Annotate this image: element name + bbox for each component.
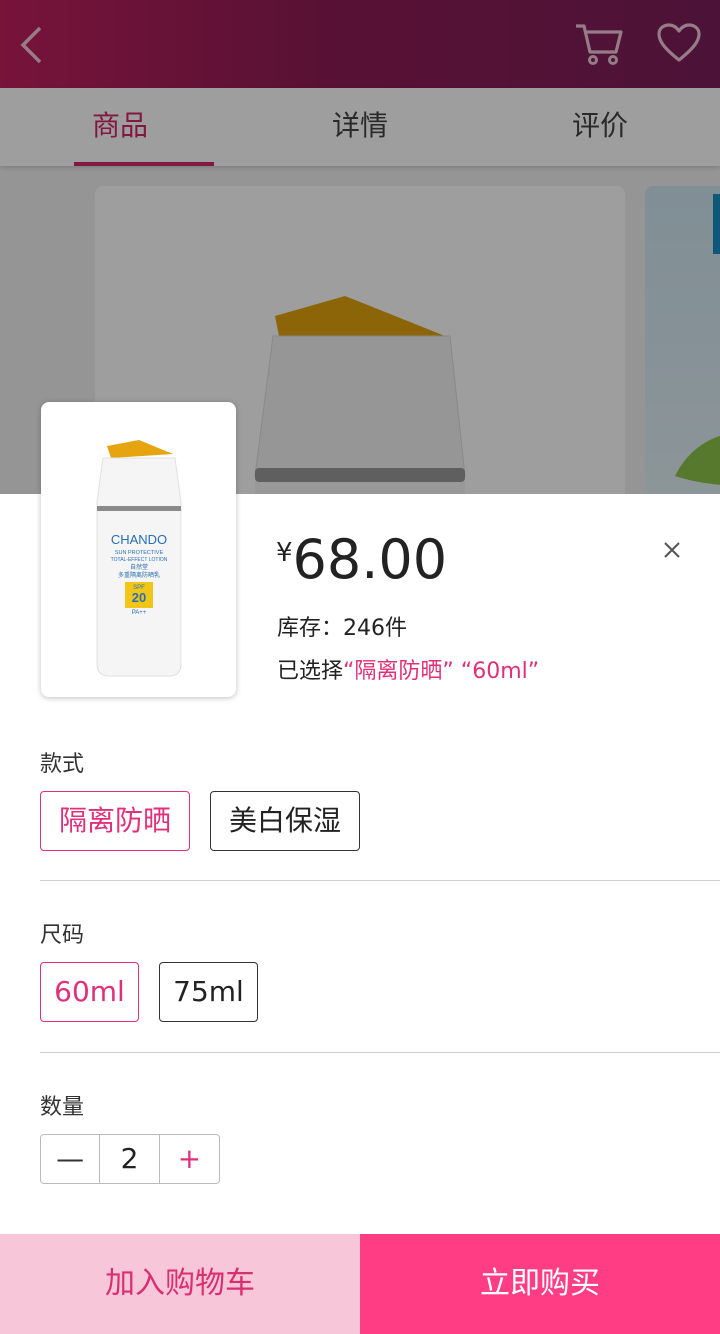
style-option-sunscreen[interactable]: 隔离防晒 [40, 791, 190, 851]
style-label: 款式 [40, 752, 85, 777]
thumb-pa-text: PA++ [132, 610, 147, 616]
size-option-75ml[interactable]: 75ml [159, 962, 258, 1022]
thumb-sub2-text: TOTAL-EFFECT LOTION [111, 557, 168, 563]
currency-symbol: ¥ [276, 538, 293, 568]
divider [40, 880, 720, 881]
product-thumbnail-image: CHANDO SUN PROTECTIVE TOTAL-EFFECT LOTIO… [96, 440, 182, 677]
product-thumbnail: CHANDO SUN PROTECTIVE TOTAL-EFFECT LOTIO… [41, 402, 236, 697]
quantity-stepper: — 2 + [40, 1134, 220, 1184]
buy-now-button[interactable]: 立即购买 [360, 1234, 720, 1334]
selected-values: “隔离防晒” “60ml” [343, 659, 540, 684]
price: ¥68.00 [276, 528, 447, 591]
selected-summary: 已选择“隔离防晒” “60ml” [277, 653, 539, 685]
style-option-whitening[interactable]: 美白保湿 [210, 791, 360, 851]
size-option-60ml[interactable]: 60ml [40, 962, 139, 1022]
selected-prefix: 已选择 [277, 659, 344, 684]
quantity-label: 数量 [40, 1095, 85, 1120]
add-to-cart-button[interactable]: 加入购物车 [0, 1234, 360, 1334]
decrement-button[interactable]: — [41, 1135, 101, 1183]
divider [40, 1052, 720, 1053]
price-value: 68.00 [292, 528, 448, 591]
thumb-spf-number: 20 [132, 590, 146, 605]
quantity-value[interactable]: 2 [100, 1135, 160, 1183]
thumb-cn2-text: 多重隔离防晒乳 [118, 571, 160, 579]
increment-button[interactable]: + [160, 1135, 219, 1183]
thumb-brand-text: CHANDO [111, 532, 167, 547]
size-label: 尺码 [40, 923, 85, 948]
close-icon[interactable] [660, 538, 684, 562]
thumb-sub1-text: SUN PROTECTIVE [115, 550, 164, 556]
thumb-cn1-text: 自然堂 [130, 563, 148, 571]
stock-text: 库存：246件 [277, 616, 407, 641]
